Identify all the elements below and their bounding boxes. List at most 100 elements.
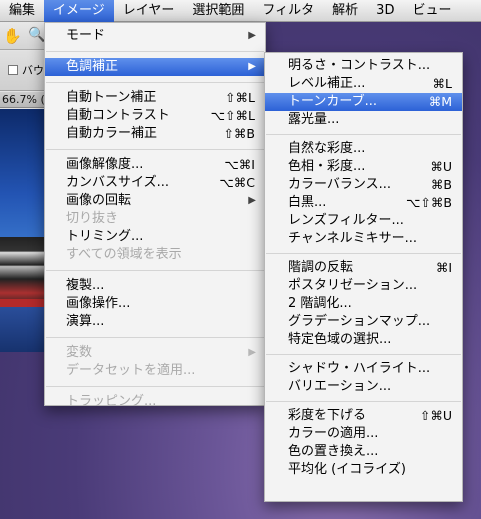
menu-item-vibrance[interactable]: 自然な彩度... (265, 140, 462, 158)
menu-item-mode[interactable]: モード ▶ (45, 27, 265, 45)
menu-item-label: カラーの適用... (288, 426, 379, 441)
menu-item-label: 白黒... (288, 195, 327, 210)
menu-item-image-size[interactable]: 画像解像度... ⌥⌘I (45, 156, 265, 174)
menu-separator (266, 354, 461, 355)
menu-item-photo-filter[interactable]: レンズフィルター... (265, 212, 462, 230)
menu-item-label: 画像操作... (66, 296, 131, 311)
menubar-3d[interactable]: 3D (367, 0, 403, 22)
menu-item-calculations[interactable]: 演算... (45, 313, 265, 331)
menu-item-brightness-contrast[interactable]: 明るさ・コントラスト... (265, 57, 462, 75)
menu-item-auto-contrast[interactable]: 自動コントラスト ⌥⇧⌘L (45, 107, 265, 125)
menu-item-channel-mixer[interactable]: チャンネルミキサー... (265, 230, 462, 248)
menu-item-label: 変数 (66, 345, 93, 360)
adjustments-submenu: 明るさ・コントラスト... レベル補正... ⌘L トーンカーブ... ⌘M 露… (264, 52, 463, 502)
menu-separator (46, 149, 264, 150)
menu-item-curves[interactable]: トーンカーブ... ⌘M (265, 93, 462, 111)
menu-shortcut: ⇧⌘B (223, 126, 255, 141)
menu-shortcut: ⌥⇧⌘B (406, 195, 452, 210)
menubar-layer[interactable]: レイヤー (114, 0, 184, 22)
menu-item-label: 演算... (66, 314, 105, 329)
menu-item-hue-saturation[interactable]: 色相・彩度... ⌘U (265, 158, 462, 176)
submenu-arrow-icon: ▶ (248, 30, 256, 41)
menu-separator (46, 270, 264, 271)
menu-item-label: 色の置き換え... (288, 444, 379, 459)
menu-shortcut: ⌘B (430, 177, 452, 192)
menubar-analysis[interactable]: 解析 (323, 0, 367, 22)
menu-separator (266, 401, 461, 402)
menu-item-label: 階調の反転 (288, 260, 354, 275)
menu-separator (46, 82, 264, 83)
menu-shortcut: ⌘I (435, 260, 452, 275)
menubar-edit[interactable]: 編集 (0, 0, 44, 22)
menu-item-label: 彩度を下げる (288, 408, 367, 423)
menu-item-label: レンズフィルター... (288, 213, 404, 228)
menu-item-duplicate[interactable]: 複製... (45, 277, 265, 295)
menu-item-posterize[interactable]: ポスタリゼーション... (265, 277, 462, 295)
menu-item-label: 自動コントラスト (66, 108, 170, 123)
menu-item-label: バリエーション... (288, 379, 392, 394)
menu-item-variables: 変数 ▶ (45, 344, 265, 362)
menu-item-adjustments[interactable]: 色調補正 ▶ (45, 58, 265, 76)
menu-shortcut: ⇧⌘L (225, 90, 255, 105)
menu-item-color-balance[interactable]: カラーバランス... ⌘B (265, 176, 462, 194)
menu-separator (266, 134, 461, 135)
menu-item-label: モード (66, 28, 106, 43)
menu-item-label: グラデーションマップ... (288, 314, 431, 329)
submenu-arrow-icon: ▶ (248, 195, 256, 206)
menubar-select[interactable]: 選択範囲 (183, 0, 253, 22)
menu-shortcut: ⌘L (432, 76, 452, 91)
menu-separator (266, 253, 461, 254)
menu-item-label: 特定色域の選択... (288, 332, 392, 347)
menubar-view[interactable]: ビュー (403, 0, 460, 22)
menu-item-exposure[interactable]: 露光量... (265, 111, 462, 129)
castle-image (0, 237, 48, 307)
menubar-filter[interactable]: フィルタ (253, 0, 323, 22)
menu-item-label: 画像の回転 (66, 193, 132, 208)
menu-item-auto-tone[interactable]: 自動トーン補正 ⇧⌘L (45, 89, 265, 107)
menu-shortcut: ⌥⌘C (219, 175, 255, 190)
menu-item-selective-color[interactable]: 特定色域の選択... (265, 331, 462, 349)
menu-item-label: 色相・彩度... (288, 159, 366, 174)
menu-item-label: すべての領域を表示 (66, 247, 182, 262)
menu-shortcut: ⌘U (430, 159, 452, 174)
menu-item-label: データセットを適用... (66, 363, 196, 378)
menu-item-label: 複製... (66, 278, 105, 293)
submenu-arrow-icon: ▶ (248, 61, 256, 72)
menu-item-label: カラーバランス... (288, 177, 392, 192)
menu-item-levels[interactable]: レベル補正... ⌘L (265, 75, 462, 93)
menu-item-match-color[interactable]: カラーの適用... (265, 425, 462, 443)
menu-shortcut: ⌥⇧⌘L (210, 108, 255, 123)
menu-item-label: 切り抜き (66, 211, 119, 226)
hand-tool-icon[interactable]: ✋ (3, 27, 22, 45)
menu-item-label: レベル補正... (288, 76, 366, 91)
menu-item-trim[interactable]: トリミング... (45, 228, 265, 246)
menubar: 編集 イメージ レイヤー 選択範囲 フィルタ 解析 3D ビュー (0, 0, 481, 22)
menu-item-gradient-map[interactable]: グラデーションマップ... (265, 313, 462, 331)
menu-item-label: 露光量... (288, 112, 340, 127)
menu-item-invert[interactable]: 階調の反転 ⌘I (265, 259, 462, 277)
menu-item-label: シャドウ・ハイライト... (288, 361, 431, 376)
menu-item-label: カンバスサイズ... (66, 175, 170, 190)
menu-item-label: 平均化 (イコライズ) (288, 462, 406, 477)
menu-item-threshold[interactable]: 2 階調化... (265, 295, 462, 313)
menu-separator (46, 337, 264, 338)
menu-item-apply-image[interactable]: 画像操作... (45, 295, 265, 313)
menu-item-label: トーンカーブ... (288, 94, 377, 109)
menu-separator (46, 386, 264, 387)
menu-item-variations[interactable]: バリエーション... (265, 378, 462, 396)
zoom-tool-icon[interactable]: 🔍 (28, 27, 45, 43)
submenu-arrow-icon: ▶ (248, 347, 256, 358)
menubar-image[interactable]: イメージ (44, 0, 114, 22)
menu-item-label: 明るさ・コントラスト... (288, 58, 431, 73)
menu-item-trap: トラッピング... (45, 393, 265, 411)
menu-item-shadows-highlights[interactable]: シャドウ・ハイライト... (265, 360, 462, 378)
menu-item-equalize[interactable]: 平均化 (イコライズ) (265, 461, 462, 479)
menu-item-replace-color[interactable]: 色の置き換え... (265, 443, 462, 461)
menu-item-canvas-size[interactable]: カンバスサイズ... ⌥⌘C (45, 174, 265, 192)
menu-item-auto-color[interactable]: 自動カラー補正 ⇧⌘B (45, 125, 265, 143)
menu-item-rotate[interactable]: 画像の回転 ▶ (45, 192, 265, 210)
menu-item-label: チャンネルミキサー... (288, 231, 418, 246)
menu-item-desaturate[interactable]: 彩度を下げる ⇧⌘U (265, 407, 462, 425)
option-checkbox[interactable] (8, 65, 18, 75)
menu-item-black-white[interactable]: 白黒... ⌥⇧⌘B (265, 194, 462, 212)
